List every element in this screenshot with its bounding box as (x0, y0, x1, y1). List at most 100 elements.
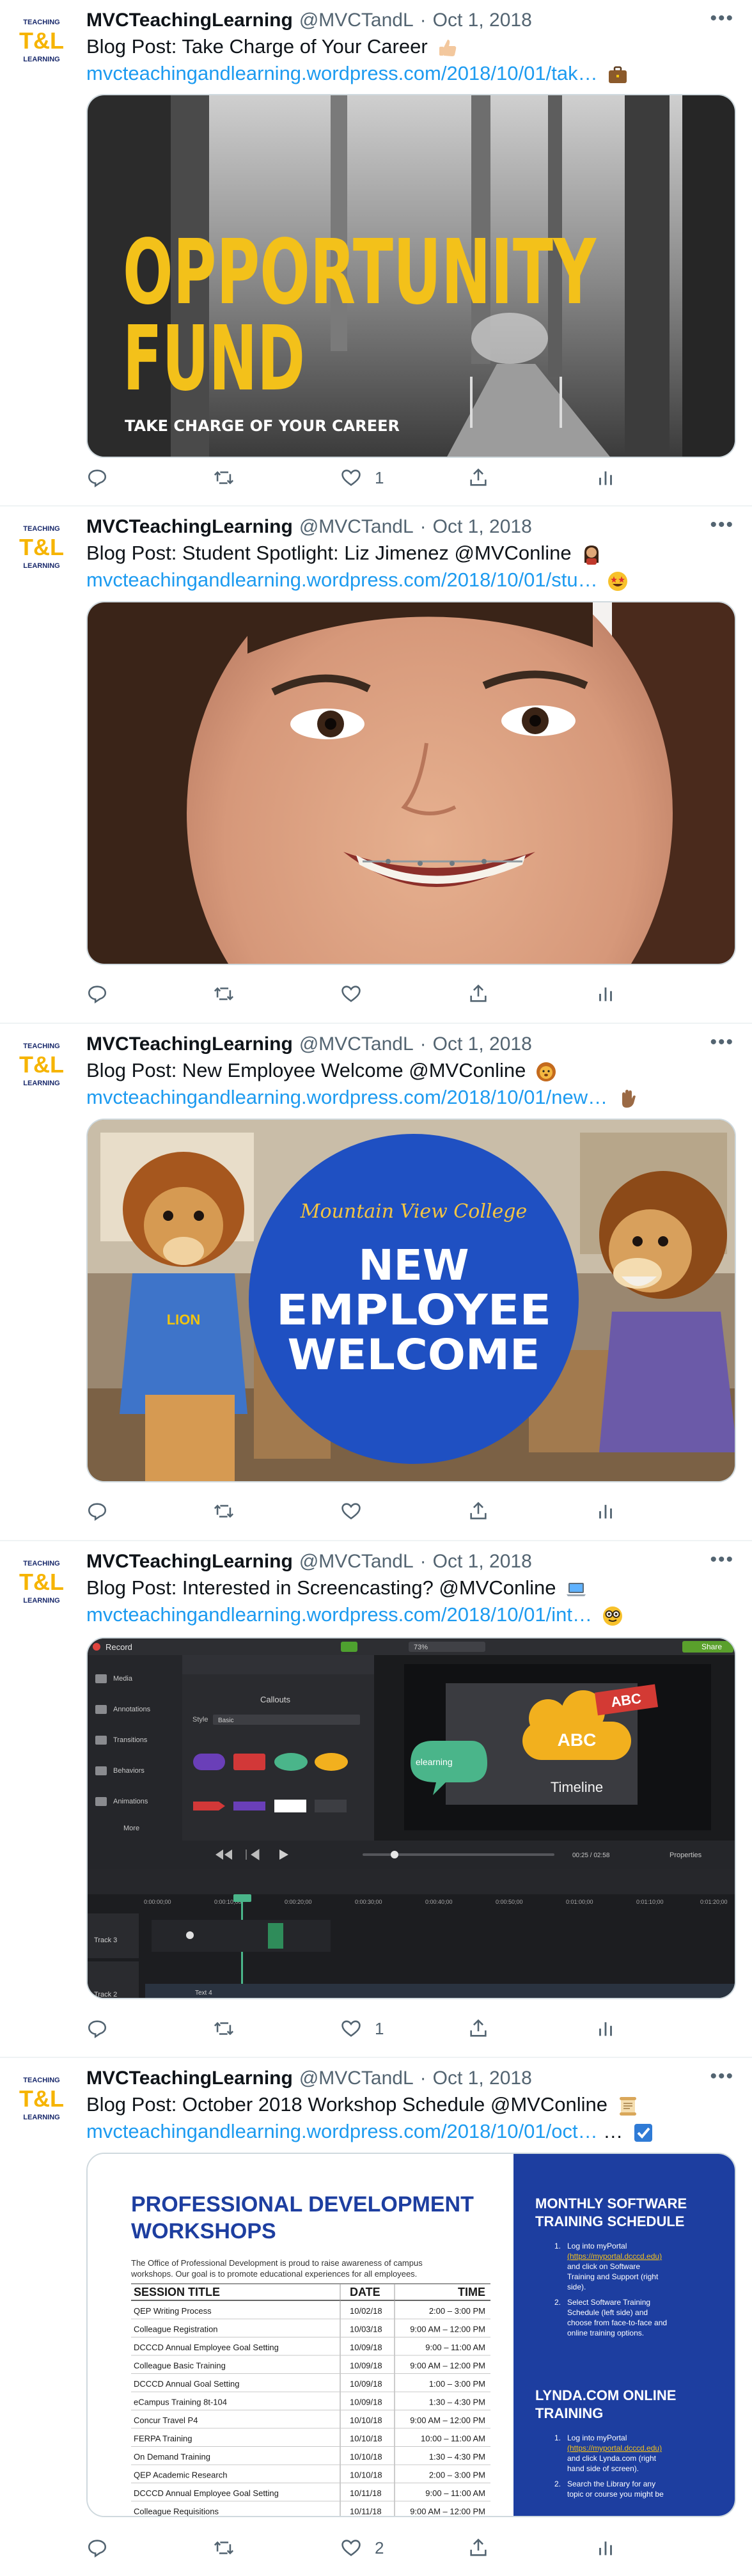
analytics-button[interactable] (595, 465, 616, 491)
session-title-cell: On Demand Training (134, 2452, 210, 2462)
like-button[interactable] (340, 981, 375, 1007)
analytics-button[interactable] (595, 981, 616, 1007)
avatar[interactable]: TEACHING T&L LEARNING (13, 12, 70, 69)
tweet[interactable]: TEACHING T&L LEARNING MVCTeachingLearnin… (0, 1541, 752, 2058)
analytics-icon (599, 987, 612, 1001)
tweet-text-body: Blog Post: Interested in Screencasting? … (86, 1576, 556, 1599)
reply-button[interactable] (86, 2016, 108, 2041)
tweet-link[interactable]: mvcteachingandlearning.wordpress.com/201… (86, 2120, 598, 2142)
user-handle[interactable]: @MVCTandL (299, 1033, 414, 1055)
analytics-button[interactable] (595, 2016, 616, 2041)
retweet-button[interactable] (213, 465, 235, 491)
media-line-2: EMPLOYEE (276, 1285, 551, 1335)
time-cell: 9:00 AM – 12:00 PM (410, 2325, 485, 2334)
avatar[interactable]: TEACHING T&L LEARNING (13, 2069, 70, 2127)
share-button[interactable] (467, 465, 489, 491)
more-options-icon[interactable]: ••• (710, 1032, 734, 1053)
share-button[interactable] (467, 1498, 489, 1524)
reply-button[interactable] (86, 465, 108, 491)
side-heading-2a: LYNDA.COM ONLINE (535, 2387, 676, 2403)
display-name[interactable]: MVCTeachingLearning (86, 516, 293, 538)
date-cell: 10/11/18 (350, 2507, 382, 2517)
college-name: Mountain View College (300, 1200, 527, 1223)
display-name[interactable]: MVCTeachingLearning (86, 1551, 293, 1573)
display-name[interactable]: MVCTeachingLearning (86, 2068, 293, 2089)
like-button[interactable] (340, 1498, 375, 1524)
tweet[interactable]: TEACHING T&L LEARNING MVCTeachingLearnin… (0, 2058, 752, 2576)
tweet-link-line: mvcteachingandlearning.wordpress.com/201… (86, 60, 629, 87)
analytics-icon (599, 1505, 612, 1519)
display-name[interactable]: MVCTeachingLearning (86, 1033, 293, 1055)
reply-button[interactable] (86, 2535, 108, 2561)
retweet-button[interactable] (213, 2016, 235, 2041)
tweet-image[interactable] (86, 601, 736, 965)
tweet-date[interactable]: Oct 1, 2018 (433, 1033, 532, 1055)
tweet-image[interactable]: PROFESSIONAL DEVELOPMENT WORKSHOPS The O… (86, 2153, 736, 2517)
tweet-image[interactable]: Record 73% Share Media Annotations Trans… (86, 1637, 736, 1999)
time-cell: 9:00 AM – 12:00 PM (410, 2507, 485, 2517)
retweet-button[interactable] (213, 981, 235, 1007)
column-header: TIME (458, 2286, 485, 2298)
user-handle[interactable]: @MVCTandL (299, 10, 414, 31)
more-options-icon[interactable]: ••• (710, 2066, 734, 2087)
side-heading-1b: TRAINING SCHEDULE (535, 2213, 684, 2229)
share-icon (470, 468, 487, 486)
tweet-link[interactable]: mvcteachingandlearning.wordpress.com/201… (86, 1603, 592, 1626)
svg-text:TEACHING: TEACHING (23, 525, 59, 533)
user-handle[interactable]: @MVCTandL (299, 2068, 414, 2089)
more-options-icon[interactable]: ••• (710, 8, 734, 29)
separator-dot: · (419, 1551, 427, 1572)
retweet-button[interactable] (213, 2535, 235, 2561)
tweet[interactable]: TEACHING T&L LEARNING MVCTeachingLearnin… (0, 1024, 752, 1541)
svg-text:LEARNING: LEARNING (23, 1080, 59, 1087)
analytics-button[interactable] (595, 1498, 616, 1524)
like-button[interactable]: 1 (340, 465, 384, 491)
reply-button[interactable] (86, 981, 108, 1007)
more-options-icon[interactable]: ••• (710, 1549, 734, 1571)
portal-link[interactable]: (https://myportal.dcccd.edu) (567, 2444, 662, 2453)
like-button[interactable]: 1 (340, 2016, 384, 2041)
heart-icon (341, 986, 361, 1002)
ruler-tick: 0:01:00;00 (566, 1899, 593, 1905)
time-cell: 10:00 – 11:00 AM (421, 2434, 485, 2444)
tweet-date[interactable]: Oct 1, 2018 (433, 10, 532, 31)
reply-button[interactable] (86, 1498, 108, 1524)
avatar[interactable]: TEACHING T&L LEARNING (13, 1553, 70, 1610)
tweet-date[interactable]: Oct 1, 2018 (433, 516, 532, 538)
tweet-link[interactable]: mvcteachingandlearning.wordpress.com/201… (86, 569, 598, 591)
avatar[interactable]: TEACHING T&L LEARNING (13, 518, 70, 576)
portal-link[interactable]: (https://myportal.dcccd.edu) (567, 2252, 662, 2261)
user-handle[interactable]: @MVCTandL (299, 516, 414, 538)
tweet-date[interactable]: Oct 1, 2018 (433, 1551, 532, 1573)
share-button[interactable] (467, 2535, 489, 2561)
svg-text:TEACHING: TEACHING (23, 1042, 59, 1050)
date-cell: 10/11/18 (350, 2488, 382, 2498)
ruler-tick: 0:01:10;00 (636, 1899, 664, 1905)
column-header: SESSION TITLE (134, 2286, 220, 2298)
user-handle[interactable]: @MVCTandL (299, 1551, 414, 1573)
tweet-date[interactable]: Oct 1, 2018 (433, 2068, 532, 2089)
date-cell: 10/09/18 (350, 2379, 382, 2389)
tweet[interactable]: TEACHING T&L LEARNING MVCTeachingLearnin… (0, 507, 752, 1024)
tweet-link[interactable]: mvcteachingandlearning.wordpress.com/201… (86, 62, 598, 84)
canvas-abc-cloud: ABC (558, 1730, 597, 1750)
tweet-image[interactable]: OPPORTUNITY FUND TAKE CHARGE OF YOUR CAR… (86, 94, 736, 458)
ruler-tick: 0:01:20;00 (700, 1899, 728, 1905)
time-cell: 9:00 AM – 12:00 PM (410, 2415, 485, 2425)
date-cell: 10/10/18 (350, 2415, 382, 2425)
analytics-button[interactable] (595, 2535, 616, 2561)
retweet-button[interactable] (213, 1498, 235, 1524)
like-button[interactable]: 2 (340, 2535, 384, 2561)
more-options-icon[interactable]: ••• (710, 514, 734, 536)
tweet-image[interactable]: LION Mountain View College NEW EMPLOYEE … (86, 1119, 736, 1482)
tweet-text: Blog Post: Take Charge of Your Career (86, 33, 458, 60)
heart-icon (341, 469, 361, 486)
tweet[interactable]: TEACHING T&L LEARNING MVCTeachingLearnin… (0, 0, 752, 507)
share-button[interactable] (467, 2016, 489, 2041)
avatar[interactable]: TEACHING T&L LEARNING (13, 1035, 70, 1093)
share-icon (470, 2538, 487, 2556)
tweet-link[interactable]: mvcteachingandlearning.wordpress.com/201… (86, 1086, 607, 1108)
share-button[interactable] (467, 981, 489, 1007)
share-export-label: Share (701, 1642, 722, 1651)
display-name[interactable]: MVCTeachingLearning (86, 10, 293, 31)
